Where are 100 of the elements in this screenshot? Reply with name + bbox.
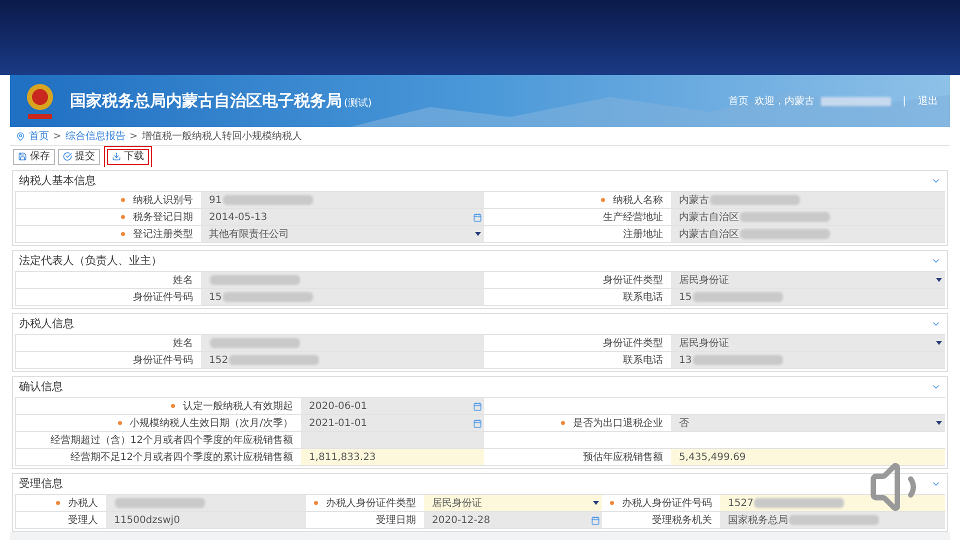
breadcrumb-link[interactable]: 首页	[29, 128, 49, 144]
field-value[interactable]: 国家税务总局	[720, 512, 945, 529]
field-label: 联系电话	[623, 290, 663, 304]
field-label: 是否为出口退税企业	[573, 416, 663, 430]
section-title: 法定代表人（负责人、业主）	[19, 252, 162, 269]
value-text: 15	[209, 290, 222, 304]
value-text: 13	[679, 354, 692, 368]
calendar-icon[interactable]	[591, 516, 600, 524]
value-text: 居民身份证	[679, 274, 729, 288]
field-label: 经营期超过（含）12个月或者四个季度的年应税销售额	[50, 434, 293, 448]
field-label: 税务登记日期	[133, 210, 193, 224]
field-value[interactable]: 152	[201, 352, 484, 369]
breadcrumb-separator: >	[53, 130, 62, 144]
section-title: 纳税人基本信息	[19, 172, 96, 189]
field-label: 登记注册类型	[133, 228, 193, 242]
field-value[interactable]: 2014-05-13	[201, 209, 484, 226]
field-value[interactable]	[201, 272, 484, 289]
field-label: 姓名	[173, 336, 193, 350]
value-text: 15	[679, 290, 692, 304]
value-text: 2020-06-01	[309, 400, 368, 414]
value-text: 11500dzswj0	[114, 514, 180, 528]
caret-icon[interactable]	[936, 278, 942, 282]
breadcrumb-separator: >	[129, 130, 138, 144]
value-text: 1,811,833.23	[309, 450, 376, 464]
value-text: 内蒙古自治区	[679, 228, 739, 242]
button-icon	[112, 152, 121, 161]
field-label: 纳税人名称	[613, 194, 663, 208]
field-value[interactable]: 其他有限责任公司	[201, 226, 484, 243]
field-value[interactable]: 2021-01-01	[301, 415, 484, 432]
value-text: 2020-12-28	[432, 514, 490, 528]
field-label: 办税人	[68, 496, 98, 510]
field-label: 经营期不足12个月或者四个季度的累计应税销售额	[70, 450, 293, 464]
field-value[interactable]: 11500dzswj0	[106, 512, 306, 529]
field-label: 身份证件号码	[133, 354, 193, 368]
field-value[interactable]: 内蒙古自治区	[671, 226, 945, 243]
value-text: 91	[209, 194, 222, 208]
button-icon	[18, 152, 27, 161]
field-value[interactable]	[106, 495, 306, 512]
field-value[interactable]: 内蒙古自治区	[671, 209, 945, 226]
field-value[interactable]	[301, 432, 484, 449]
field-value[interactable]: 内蒙古	[671, 192, 945, 209]
toolbar-button[interactable]: 提交	[58, 148, 100, 164]
caret-icon[interactable]	[936, 421, 942, 425]
field-label: 认定一般纳税人有效期起	[183, 400, 293, 414]
breadcrumb-link[interactable]: 综合信息报告	[65, 128, 126, 144]
button-icon	[63, 152, 72, 161]
field-value[interactable]: 1527	[720, 495, 945, 512]
field-label: 办税人身份证件号码	[622, 496, 712, 510]
value-text: 居民身份证	[679, 336, 729, 350]
field-value[interactable]: 居民身份证	[671, 335, 945, 352]
caret-icon[interactable]	[936, 341, 942, 345]
section-title: 办税人信息	[19, 316, 74, 332]
field-value[interactable]: 13	[671, 352, 945, 369]
site-title: 国家税务总局内蒙古自治区电子税务局	[70, 90, 342, 112]
value-text: 其他有限责任公司	[209, 228, 289, 242]
field-label: 纳税人识别号	[133, 194, 193, 208]
field-value[interactable]: 居民身份证	[671, 272, 945, 289]
field-value[interactable]	[201, 335, 484, 352]
value-text: 5,435,499.69	[679, 450, 746, 464]
field-value[interactable]: 2020-06-01	[301, 398, 484, 415]
section-title: 确认信息	[19, 378, 63, 395]
field-value[interactable]: 5,435,499.69	[671, 449, 945, 466]
toolbar-button[interactable]: 保存	[13, 148, 55, 164]
site-subtitle: (测试)	[344, 96, 372, 110]
calendar-icon[interactable]	[473, 402, 482, 410]
value-text: 152	[209, 354, 228, 368]
separator: |	[902, 94, 906, 108]
section-title: 受理信息	[19, 476, 63, 492]
field-label: 联系电话	[623, 354, 663, 368]
field-label: 受理人	[68, 514, 98, 528]
calendar-icon[interactable]	[473, 212, 482, 222]
field-value[interactable]: 2020-12-28	[424, 512, 602, 529]
field-value[interactable]: 15	[671, 289, 945, 306]
field-label: 姓名	[173, 274, 193, 288]
field-label: 身份证件类型	[603, 336, 663, 350]
field-label: 受理税务机关	[652, 514, 712, 528]
location-icon	[16, 132, 25, 140]
field-label: 办税人身份证件类型	[326, 496, 416, 510]
value-text: 2021-01-01	[309, 416, 368, 430]
value-text: 否	[679, 416, 689, 430]
field-value[interactable]: 居民身份证	[424, 495, 602, 512]
field-label: 身份证件类型	[603, 274, 663, 288]
field-value[interactable]: 91	[201, 192, 484, 209]
field-label: 受理日期	[376, 514, 416, 528]
field-value[interactable]: 否	[671, 415, 945, 432]
value-text: 国家税务总局	[728, 514, 788, 528]
toolbar-button[interactable]: 下载	[107, 148, 149, 164]
field-label: 小规模纳税人生效日期（次月/次季）	[130, 416, 293, 430]
breadcrumb-link[interactable]: 增值税一般纳税人转回小规模纳税人	[142, 128, 302, 144]
field-label: 身份证件号码	[133, 290, 193, 304]
field-label: 预估年应税销售额	[583, 450, 663, 464]
value-text: 2014-05-13	[209, 210, 268, 224]
field-label: 注册地址	[623, 228, 663, 242]
value-text: 内蒙古自治区	[679, 210, 739, 224]
value-text: 内蒙古	[679, 194, 709, 208]
field-value[interactable]: 1,811,833.23	[301, 449, 484, 466]
field-value[interactable]: 15	[201, 289, 484, 306]
value-text: 居民身份证	[432, 496, 482, 510]
calendar-icon[interactable]	[473, 418, 482, 428]
field-label: 生产经营地址	[603, 210, 663, 224]
